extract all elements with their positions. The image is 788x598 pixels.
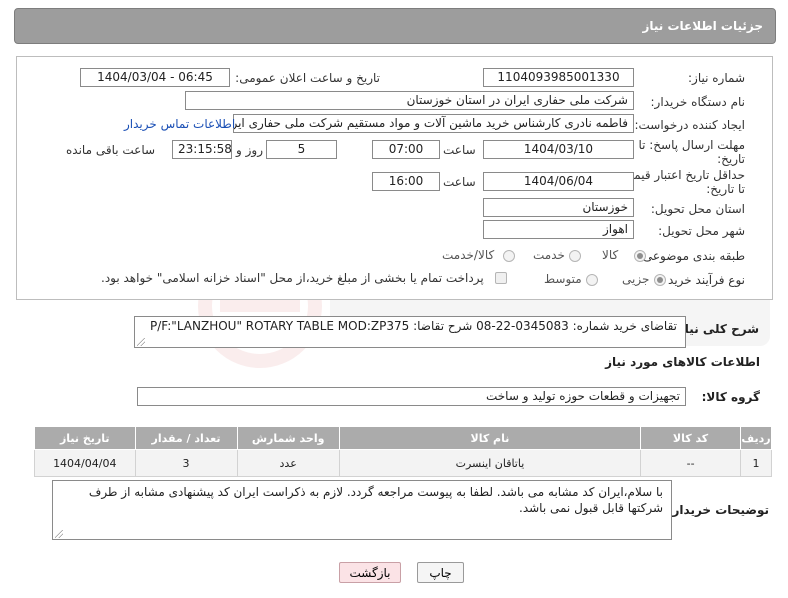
remaining-time-label: ساعت باقی مانده <box>66 143 156 157</box>
description-text: تقاضای خرید شماره: 0345083-22-08 شرح تقا… <box>150 319 677 333</box>
table-row: 1 -- یاتاقان اینسرت عدد 3 1404/04/04 <box>34 449 772 477</box>
goods-group-field: تجهیزات و قطعات حوزه تولید و ساخت <box>137 387 686 406</box>
reply-deadline-date-field: 1404/03/10 <box>483 140 634 159</box>
process-option-medium: متوسط <box>544 272 582 286</box>
col-header-name: نام کالا <box>338 426 642 450</box>
col-header-qty: تعداد / مقدار <box>134 426 238 450</box>
buyer-notes-text: با سلام،ایران کد مشابه می باشد. لطفا به … <box>88 485 663 515</box>
buyer-notes-label: توضیحات خریدار: <box>667 503 769 517</box>
province-label: استان محل تحویل: <box>650 202 745 216</box>
treasury-payment-note: پرداخت تمام یا بخشی از مبلغ خرید،از محل … <box>101 271 484 285</box>
page-title: جزئیات اطلاعات نیاز <box>642 19 763 33</box>
print-button[interactable]: چاپ <box>417 562 464 583</box>
category-option-service: خدمت <box>533 248 565 262</box>
page-header: جزئیات اطلاعات نیاز <box>14 8 776 44</box>
col-header-code: کد کالا <box>640 426 742 450</box>
col-header-need-date: تاریخ نیاز <box>34 426 136 450</box>
treasury-payment-checkbox[interactable] <box>495 272 507 284</box>
price-validity-date-field: 1404/06/04 <box>483 172 634 191</box>
reply-deadline-label: مهلت ارسال پاسخ: تا <box>638 138 745 152</box>
reply-deadline-time-label: ساعت <box>443 143 476 157</box>
reply-deadline-time-field: 07:00 <box>372 140 440 159</box>
category-label: طبقه بندی موضوعی: <box>638 249 745 263</box>
goods-group-label: گروه کالا: <box>701 390 760 404</box>
city-field: اهواز <box>483 220 634 239</box>
remaining-time-field: 23:15:58 <box>172 140 232 159</box>
back-button[interactable]: بازگشت <box>339 562 401 583</box>
announce-datetime-field: 1404/03/04 - 06:45 <box>80 68 230 87</box>
province-field: خوزستان <box>483 198 634 217</box>
cell-qty: 3 <box>134 449 238 477</box>
need-number-label: شماره نیاز: <box>688 71 745 85</box>
reply-deadline-label-2: تاریخ: <box>717 152 745 166</box>
cell-row: 1 <box>740 449 772 477</box>
price-validity-label-2: تا تاریخ: <box>706 182 745 196</box>
price-validity-label: حداقل تاریخ اعتبار قیمت: <box>618 168 745 182</box>
price-validity-time-field: 16:00 <box>372 172 440 191</box>
cell-need-date: 1404/04/04 <box>34 449 136 477</box>
process-option-minor: جزیی <box>622 272 650 286</box>
goods-table: ردیف کد کالا نام کالا واحد شمارش تعداد /… <box>34 426 772 477</box>
category-option-goods: کالا <box>602 248 619 262</box>
process-type-label: نوع فرآیند خرید : <box>660 273 745 287</box>
creator-label: ایجاد کننده درخواست: <box>634 118 745 132</box>
category-radio-goods[interactable] <box>634 250 646 262</box>
process-radio-medium[interactable] <box>586 274 598 286</box>
category-radio-goods-service[interactable] <box>503 250 515 262</box>
creator-field: فاطمه نادری کارشناس خرید ماشین آلات و مو… <box>233 114 634 133</box>
col-header-row: ردیف <box>740 426 772 450</box>
buyer-org-label: نام دستگاه خریدار: <box>650 95 746 109</box>
buyer-notes-textarea[interactable]: با سلام،ایران کد مشابه می باشد. لطفا به … <box>52 480 672 540</box>
announce-datetime-label: تاریخ و ساعت اعلان عمومی: <box>235 71 380 85</box>
resize-grip-icon[interactable] <box>137 338 145 346</box>
cell-code: -- <box>640 449 742 477</box>
process-radio-minor[interactable] <box>654 274 666 286</box>
reply-deadline-days-field: 5 <box>266 140 337 159</box>
price-validity-time-label: ساعت <box>443 175 476 189</box>
cell-unit: عدد <box>236 449 340 477</box>
city-label: شهر محل تحویل: <box>658 224 745 238</box>
cell-name: یاتاقان اینسرت <box>338 449 642 477</box>
col-header-unit: واحد شمارش <box>236 426 340 450</box>
buyer-org-field: شرکت ملی حفاری ایران در استان خوزستان <box>185 91 634 110</box>
description-textarea[interactable]: تقاضای خرید شماره: 0345083-22-08 شرح تقا… <box>134 316 686 348</box>
buyer-contact-link[interactable]: اطلاعات تماس خریدار <box>124 117 235 131</box>
resize-grip-icon[interactable] <box>55 530 63 538</box>
category-radio-service[interactable] <box>569 250 581 262</box>
days-label: روز و <box>236 143 263 157</box>
goods-section-title: اطلاعات کالاهای مورد نیاز <box>605 355 760 369</box>
category-option-goods-service: کالا/خدمت <box>442 248 495 262</box>
need-number-field: 1104093985001330 <box>483 68 634 87</box>
